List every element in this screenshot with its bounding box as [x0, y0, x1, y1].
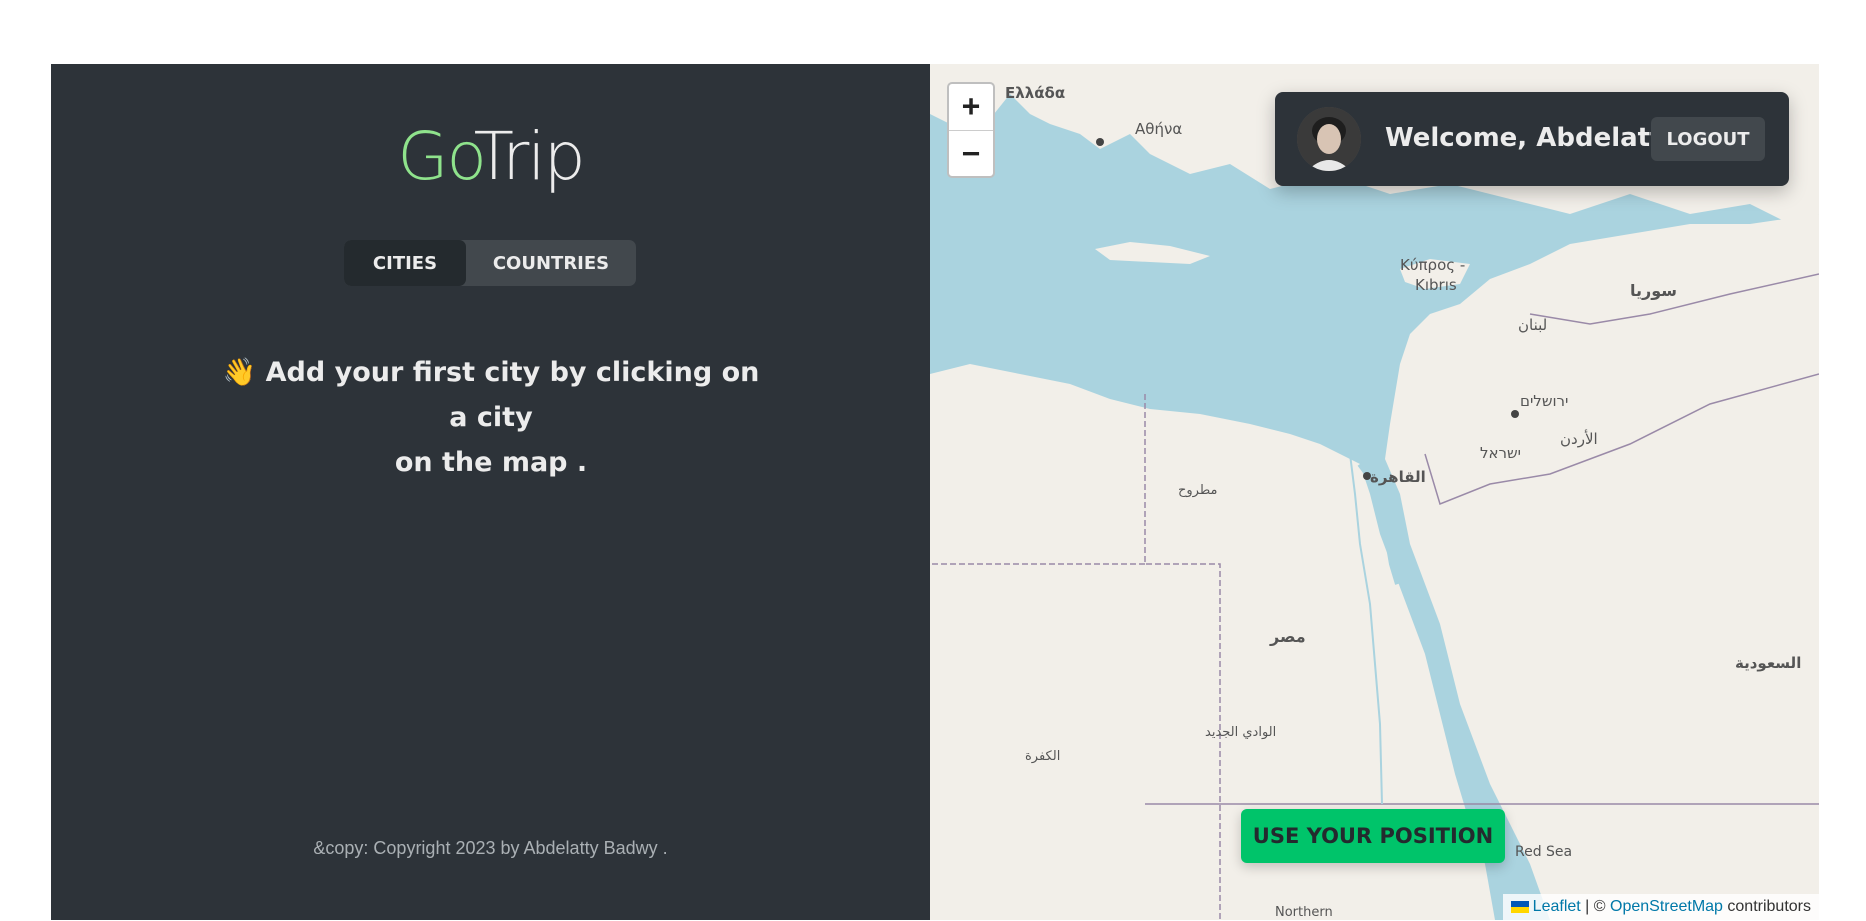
- map-container[interactable]: Ελλάδα Αθήνα Κύπρος - Kıbrıs سوريا لبنان…: [930, 64, 1819, 920]
- logo-trip-text: Trip: [473, 118, 586, 195]
- copyright-footer: &copy: Copyright 2023 by Abdelatty Badwy…: [313, 838, 668, 858]
- message-line-1: 👋 Add your first city by clicking on a c…: [222, 357, 760, 433]
- map-label-matrouh: مطروح: [1178, 483, 1217, 498]
- map-label-saudi: السعودية: [1735, 654, 1801, 672]
- tab-cities[interactable]: CITIES: [344, 240, 466, 286]
- map-label-kufra: الكفرة: [1025, 749, 1060, 764]
- logo-go-text: Go: [397, 118, 475, 195]
- map-tiles[interactable]: Ελλάδα Αθήνα Κύπρος - Kıbrıs سوريا لبنان…: [930, 64, 1819, 920]
- map-label-athens: Αθήνα: [1135, 120, 1182, 138]
- map-label-cairo: القاهرة: [1370, 468, 1426, 486]
- map-label-cyprus-2: Kıbrıs: [1415, 276, 1457, 294]
- app-layout: GoTrip CITIES COUNTRIES 👋 Add your first…: [51, 64, 1819, 920]
- avatar-portrait-icon: [1297, 107, 1361, 171]
- welcome-text: Welcome, Abdelatty: [1385, 123, 1680, 153]
- map-label-greece: Ελλάδα: [1005, 84, 1065, 102]
- map-label-syria: سوريا: [1630, 281, 1677, 300]
- ukraine-flag-icon: [1510, 901, 1529, 913]
- map-label-wadi-gedid: الوادي الجديد: [1205, 725, 1276, 740]
- map-label-jordan: الأردن: [1560, 429, 1598, 448]
- osm-link[interactable]: OpenStreetMap: [1610, 898, 1723, 916]
- map-label-jerusalem: ירושלים: [1520, 392, 1568, 410]
- map-label-red-sea: Red Sea: [1515, 844, 1572, 860]
- zoom-control: + −: [947, 82, 995, 178]
- use-position-button[interactable]: USE YOUR POSITION: [1241, 809, 1505, 863]
- map-label-cyprus-1: Κύπρος -: [1400, 256, 1465, 274]
- map-label-northern: Northern: [1275, 905, 1333, 920]
- user-avatar: [1297, 107, 1361, 171]
- map-label-lebanon: لبنان: [1518, 316, 1547, 334]
- map-label-egypt: مصر: [1269, 627, 1306, 646]
- attribution-contributors: contributors: [1722, 898, 1811, 915]
- zoom-in-button[interactable]: +: [949, 84, 993, 131]
- zoom-out-button[interactable]: −: [949, 131, 993, 177]
- sidebar: GoTrip CITIES COUNTRIES 👋 Add your first…: [51, 64, 930, 920]
- nav-tabs: CITIES COUNTRIES: [344, 240, 636, 286]
- message-line-2: on the map .: [394, 447, 588, 478]
- tab-countries[interactable]: COUNTRIES: [466, 240, 636, 286]
- logout-button[interactable]: LOGOUT: [1651, 117, 1765, 161]
- app-logo[interactable]: GoTrip: [51, 124, 930, 190]
- attribution-separator: | ©: [1580, 898, 1610, 915]
- empty-state-message: 👋 Add your first city by clicking on a c…: [211, 350, 771, 485]
- leaflet-link[interactable]: Leaflet: [1533, 898, 1581, 916]
- map-label-israel: ישראל: [1480, 444, 1521, 462]
- map-attribution: Leaflet | © OpenStreetMap contributors: [1502, 894, 1819, 920]
- user-card: Welcome, Abdelatty LOGOUT: [1275, 92, 1789, 186]
